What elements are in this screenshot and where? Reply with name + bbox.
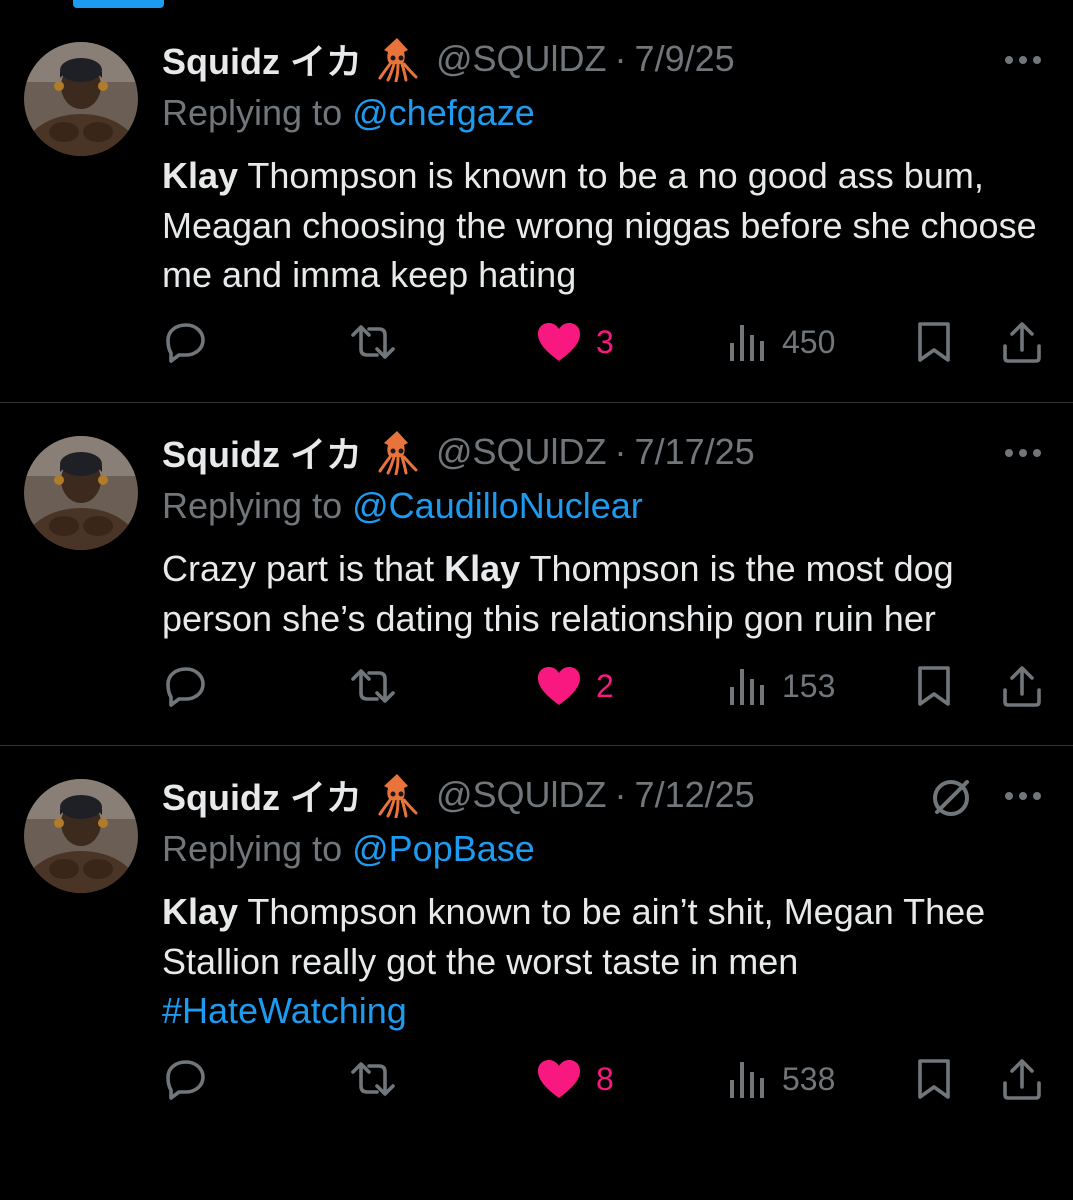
replying-to-mention[interactable]: @PopBase xyxy=(352,828,535,869)
display-name[interactable]: Squidz イカ xyxy=(162,33,362,85)
bookmark-icon xyxy=(918,1059,950,1099)
text-segment: Thompson is known to be a no good ass bu… xyxy=(162,155,1037,295)
reply-button[interactable] xyxy=(162,662,208,710)
repost-button[interactable] xyxy=(347,1055,399,1103)
replying-to-mention[interactable]: @chefgaze xyxy=(352,92,535,133)
text-segment: Crazy part is that xyxy=(162,548,445,589)
heart-filled-icon xyxy=(538,323,580,361)
bookmark-icon xyxy=(918,322,950,362)
more-options-icon[interactable] xyxy=(1003,790,1043,802)
repost-button[interactable] xyxy=(347,318,399,366)
view-count: 538 xyxy=(782,1060,836,1097)
views-button[interactable]: 153 xyxy=(728,662,835,710)
repost-icon xyxy=(351,669,395,703)
text-segment: Klay xyxy=(162,891,239,932)
separator-dot: · xyxy=(614,431,627,472)
like-count: 3 xyxy=(596,323,614,360)
like-button[interactable]: 2 xyxy=(536,662,614,710)
analytics-icon xyxy=(730,1062,764,1098)
avatar[interactable] xyxy=(24,779,138,893)
avatar[interactable] xyxy=(24,42,138,156)
replying-to: Replying to @chefgaze xyxy=(162,92,535,134)
action-bar: 2 153 xyxy=(162,662,1043,710)
bookmark-button[interactable] xyxy=(914,662,954,710)
replying-to-label: Replying to xyxy=(162,485,343,526)
reply-icon xyxy=(166,323,205,363)
view-count: 450 xyxy=(782,323,836,360)
reply-icon xyxy=(166,1060,205,1100)
share-button[interactable] xyxy=(1000,662,1044,710)
more-options-icon[interactable] xyxy=(1003,447,1043,459)
squid-icon xyxy=(378,38,418,82)
heart-filled-icon xyxy=(538,667,580,705)
hashtag-link[interactable]: #HateWatching xyxy=(162,990,407,1031)
replying-to: Replying to @CaudilloNuclear xyxy=(162,485,643,527)
share-icon xyxy=(1003,1059,1041,1100)
timestamp[interactable]: 7/12/25 xyxy=(635,774,755,816)
heart-filled-icon xyxy=(538,1060,580,1098)
text-segment: Klay xyxy=(444,548,521,589)
bookmark-icon xyxy=(918,666,950,706)
squid-icon xyxy=(378,431,418,475)
replying-to-label: Replying to xyxy=(162,92,343,133)
view-count: 153 xyxy=(782,667,836,704)
timestamp[interactable]: 7/9/25 xyxy=(635,38,735,80)
tweet-text: Klay Thompson is known to be a no good a… xyxy=(162,151,1042,300)
views-button[interactable]: 450 xyxy=(728,318,835,366)
replying-to: Replying to @PopBase xyxy=(162,828,535,870)
display-name[interactable]: Squidz イカ xyxy=(162,769,362,821)
bookmark-button[interactable] xyxy=(914,1055,954,1103)
share-icon xyxy=(1003,322,1041,363)
action-bar: 3 450 xyxy=(162,318,1043,366)
share-button[interactable] xyxy=(1000,1055,1044,1103)
share-button[interactable] xyxy=(1000,318,1044,366)
repost-icon xyxy=(351,325,395,359)
timestamp[interactable]: 7/17/25 xyxy=(635,431,755,473)
bookmark-button[interactable] xyxy=(914,318,954,366)
tweet-header: Squidz イカ @SQUlDZ · 7/17/25 xyxy=(162,430,755,475)
handle[interactable]: @SQUlDZ xyxy=(436,431,607,473)
handle[interactable]: @SQUlDZ xyxy=(436,774,607,816)
reply-button[interactable] xyxy=(162,1055,208,1103)
text-segment: Thompson known to be ain’t shit, Megan T… xyxy=(162,891,986,982)
like-count: 2 xyxy=(596,667,614,704)
action-bar: 8 538 xyxy=(162,1055,1043,1103)
like-count: 8 xyxy=(596,1060,614,1097)
replying-to-mention[interactable]: @CaudilloNuclear xyxy=(352,485,643,526)
tweet-card[interactable]: Squidz イカ @SQUlDZ · 7/17/25 Replying to … xyxy=(0,403,1073,746)
analytics-icon xyxy=(730,669,764,705)
display-name[interactable]: Squidz イカ xyxy=(162,426,362,478)
squid-icon xyxy=(378,774,418,818)
views-button[interactable]: 538 xyxy=(728,1055,835,1103)
tweet-text: Crazy part is that Klay Thompson is the … xyxy=(162,544,1042,643)
like-button[interactable]: 8 xyxy=(536,1055,614,1103)
prohibited-icon[interactable] xyxy=(929,776,973,820)
replying-to-label: Replying to xyxy=(162,828,343,869)
share-icon xyxy=(1003,666,1041,707)
repost-button[interactable] xyxy=(347,662,399,710)
tweet-header: Squidz イカ @SQUlDZ · 7/12/25 xyxy=(162,773,755,818)
text-segment: Klay xyxy=(162,155,239,196)
tweet-card[interactable]: Squidz イカ @SQUlDZ · 7/9/25 Replying to @… xyxy=(0,0,1073,403)
repost-icon xyxy=(351,1062,395,1096)
avatar[interactable] xyxy=(24,436,138,550)
handle[interactable]: @SQUlDZ xyxy=(436,38,607,80)
analytics-icon xyxy=(730,325,764,361)
like-button[interactable]: 3 xyxy=(536,318,614,366)
tweet-header: Squidz イカ @SQUlDZ · 7/9/25 xyxy=(162,37,735,82)
reply-button[interactable] xyxy=(162,318,208,366)
reply-icon xyxy=(166,667,205,707)
tweet-text: Klay Thompson known to be ain’t shit, Me… xyxy=(162,887,1042,1036)
tweet-card[interactable]: Squidz イカ @SQUlDZ · 7/12/25 Replying to … xyxy=(0,746,1073,1200)
more-options-icon[interactable] xyxy=(1003,54,1043,66)
separator-dot: · xyxy=(614,774,627,815)
separator-dot: · xyxy=(614,38,627,79)
